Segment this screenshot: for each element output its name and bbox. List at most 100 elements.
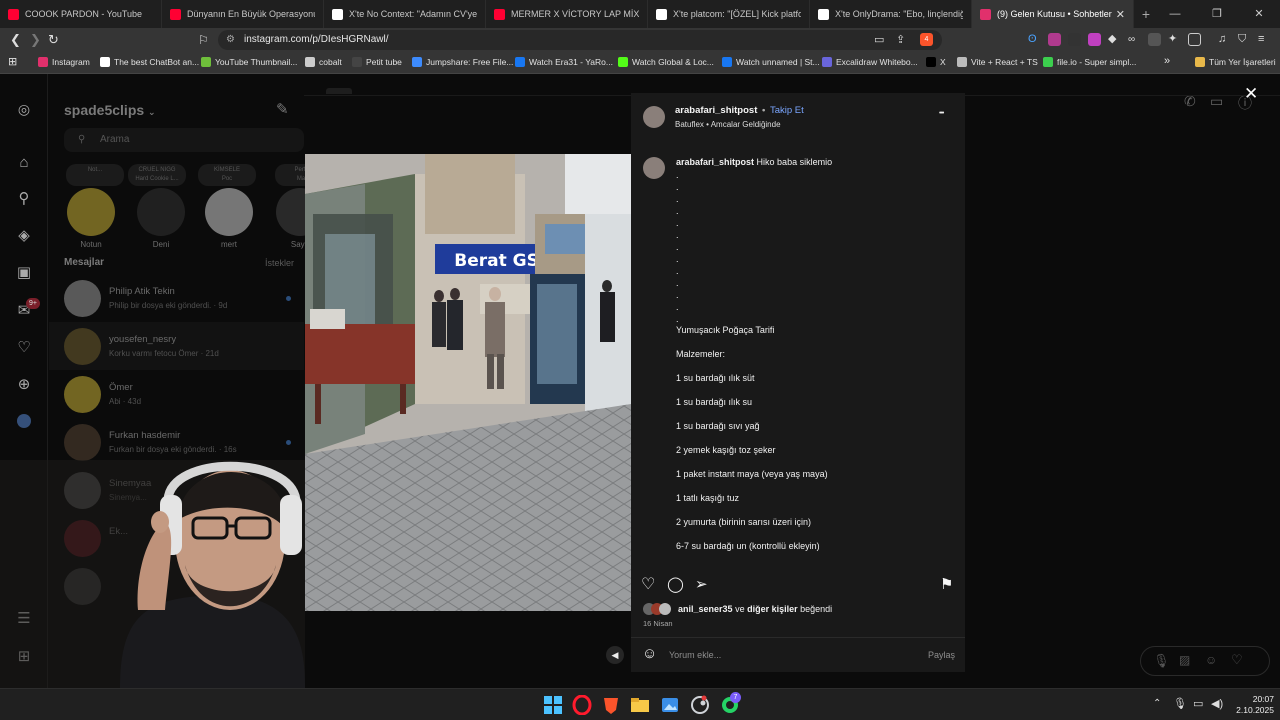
file-explorer-icon[interactable] xyxy=(630,695,650,715)
share-direct-icon[interactable]: ➢ xyxy=(695,575,708,593)
conversation-item[interactable]: Ömer Abi · 43d xyxy=(49,370,304,418)
bookmark-item[interactable]: Vite + React + TS xyxy=(957,57,1038,67)
tab-4[interactable]: X'te platcom: "[ÖZEL] Kick platform xyxy=(648,0,810,28)
search-icon[interactable]: ⚲ xyxy=(15,190,33,208)
bookmark-item[interactable]: file.io - Super simpl... xyxy=(1043,57,1136,67)
caption-username[interactable]: arabafari_shitpost xyxy=(676,157,754,167)
profile-avatar-icon[interactable] xyxy=(15,414,33,432)
bookmark-item[interactable]: cobalt xyxy=(305,57,342,67)
bookmark-item[interactable]: The best ChatBot an... xyxy=(100,57,199,67)
bookmark-item[interactable]: X xyxy=(926,57,946,67)
new-message-icon[interactable]: ✎ xyxy=(276,100,289,118)
requests-link[interactable]: İstekler xyxy=(265,258,294,268)
bookmark-item[interactable]: Watch unnamed | St... xyxy=(722,57,820,67)
instagram-logo-icon[interactable]: ◎ xyxy=(15,100,33,118)
clock[interactable]: 20:07 2.10.2025 xyxy=(1234,694,1274,716)
liked-by-others[interactable]: diğer kişiler xyxy=(747,604,798,614)
sticker-icon[interactable]: ☺ xyxy=(1205,653,1217,667)
apps-grid-icon[interactable]: ⊞ xyxy=(8,55,17,68)
note-bubble[interactable]: KİMSELE Poc xyxy=(198,164,256,186)
extensions-puzzle-icon[interactable]: ✦ xyxy=(1168,33,1181,46)
more-options-icon[interactable]: ••• xyxy=(939,110,944,117)
caption-avatar[interactable] xyxy=(643,157,665,179)
bookmark-item[interactable]: Jumpshare: Free File... xyxy=(412,57,513,67)
note-bubble[interactable]: Not... xyxy=(66,164,124,186)
extension-glasses-icon[interactable]: ∞ xyxy=(1128,33,1141,46)
liked-by-user[interactable]: anil_sener35 xyxy=(678,604,733,614)
tray-chevron-icon[interactable]: ⌃ xyxy=(1153,698,1161,709)
comment-icon[interactable]: ◯ xyxy=(667,575,684,593)
opera-icon[interactable] xyxy=(572,694,592,716)
brave-wallet-icon[interactable]: ⛉ xyxy=(1238,33,1251,46)
explore-icon[interactable]: ◈ xyxy=(15,227,33,245)
notifications-heart-icon[interactable]: ♡ xyxy=(15,339,33,357)
share-icon[interactable]: ⇪ xyxy=(896,31,905,49)
tab-5[interactable]: X'te OnlyDrama: "Ebo, linçlendiği kı xyxy=(810,0,972,28)
author-username[interactable]: arabafari_shitpost xyxy=(675,105,757,116)
conversation-item[interactable]: yousefen_nesry Korku varmı fetocu Ömer · … xyxy=(49,322,304,370)
forward-icon[interactable]: ❯ xyxy=(30,31,41,49)
extension-diamond-icon[interactable]: ◆ xyxy=(1108,33,1121,46)
tab-2[interactable]: X'te No Context: "Adamın CV'ye bak xyxy=(324,0,486,28)
steam-icon[interactable] xyxy=(690,695,710,715)
story-item[interactable]: Notun xyxy=(66,188,116,249)
microphone-icon[interactable]: 🎙︎ xyxy=(1173,697,1187,710)
all-bookmarks-folder[interactable]: Tüm Yer İşaretleri xyxy=(1195,57,1276,67)
conversation-item[interactable]: Furkan hasdemir Furkan bir dosya eki gönd… xyxy=(49,418,304,466)
home-icon[interactable]: ⌂ xyxy=(15,154,33,172)
bookmark-page-icon[interactable]: ⚐ xyxy=(198,31,209,49)
post-video[interactable]: Berat GSM xyxy=(305,154,631,611)
reload-icon[interactable]: ↻ xyxy=(48,31,59,49)
cast-icon[interactable]: ▭ xyxy=(874,31,884,49)
extension-dark-icon[interactable] xyxy=(1068,33,1081,46)
emoji-icon[interactable]: ☺ xyxy=(642,645,657,662)
back-icon[interactable]: ❮ xyxy=(10,31,21,49)
audio-track[interactable]: Batuflex • Amcalar Geldiğinde xyxy=(675,120,781,129)
tab-0[interactable]: COOOK PARDON - YouTube xyxy=(0,0,162,28)
reels-icon[interactable]: ▣ xyxy=(15,264,33,282)
add-photo-icon[interactable]: ▨ xyxy=(1179,653,1190,667)
tab-3[interactable]: MERMER X VİCTORY LAP MİX (PROC xyxy=(486,0,648,28)
story-item[interactable]: Deni xyxy=(136,188,186,249)
media-icon[interactable]: ♫ xyxy=(1218,33,1231,46)
extension-pink-icon[interactable] xyxy=(1088,33,1101,46)
message-composer[interactable]: 🎙︎ ▨ ☺ ♡ xyxy=(1140,646,1270,676)
bookmark-item[interactable]: YouTube Thumbnail... xyxy=(201,57,297,67)
bookmark-item[interactable]: Watch Global & Loc... xyxy=(618,57,714,67)
bookmark-item[interactable]: Watch Era31 - YaRo... xyxy=(515,57,613,67)
account-switcher[interactable]: spade5clips ⌄ xyxy=(64,102,156,118)
tab-close-icon[interactable]: ✕ xyxy=(1116,8,1125,21)
minimize-icon[interactable]: — xyxy=(1154,0,1196,28)
follow-button[interactable]: Takip Et xyxy=(770,105,804,116)
close-post-icon[interactable]: ✕ xyxy=(1244,84,1258,104)
url-bar[interactable]: ⚙ instagram.com/p/DIesHGRNawl/ xyxy=(218,30,942,50)
brave-shield-icon[interactable]: 4 xyxy=(920,33,933,46)
create-icon[interactable]: ⊕ xyxy=(15,376,33,394)
save-bookmark-icon[interactable]: ⚑ xyxy=(940,575,953,593)
start-windows-icon[interactable] xyxy=(543,695,563,715)
author-avatar[interactable] xyxy=(643,106,665,128)
bookmark-item[interactable]: Instagram xyxy=(38,57,90,67)
tab-6[interactable]: (9) Gelen Kutusu • Sohbetler ✕ xyxy=(972,0,1134,28)
more-bookmarks-button[interactable]: » xyxy=(1164,55,1170,67)
story-item[interactable]: mert xyxy=(204,188,254,249)
mute-icon[interactable]: ◀︎ xyxy=(606,646,624,664)
post-comment-button[interactable]: Paylaş xyxy=(928,650,955,660)
conversation-item[interactable]: Philip Atik Tekin Philip bir dosya eki gö… xyxy=(49,274,304,322)
brave-browser-icon[interactable] xyxy=(601,695,621,715)
menu-icon[interactable]: ≡ xyxy=(1258,33,1271,46)
tab-1[interactable]: Dünyanın En Büyük Operasyonu: Us xyxy=(162,0,324,28)
network-icon[interactable]: ▭ xyxy=(1193,697,1203,710)
volume-icon[interactable]: ◀︎) xyxy=(1211,697,1223,710)
like-heart-icon[interactable]: ♡ xyxy=(1231,652,1243,668)
voice-message-icon[interactable]: 🎙︎ xyxy=(1153,653,1170,669)
note-bubble[interactable]: CRUEL NIGG Hard Cookie L... xyxy=(128,164,186,186)
sidebar-toggle-icon[interactable] xyxy=(1188,33,1201,46)
like-icon[interactable]: ♡ xyxy=(641,574,655,594)
extension-purple-icon[interactable] xyxy=(1048,33,1061,46)
extension-bluetooth-icon[interactable]: ʘ xyxy=(1028,33,1041,46)
comment-input[interactable]: Yorum ekle... xyxy=(669,650,721,660)
bookmark-item[interactable]: Petit tube xyxy=(352,57,402,67)
site-settings-icon[interactable]: ⚙ xyxy=(226,30,235,50)
photos-icon[interactable] xyxy=(660,695,680,715)
